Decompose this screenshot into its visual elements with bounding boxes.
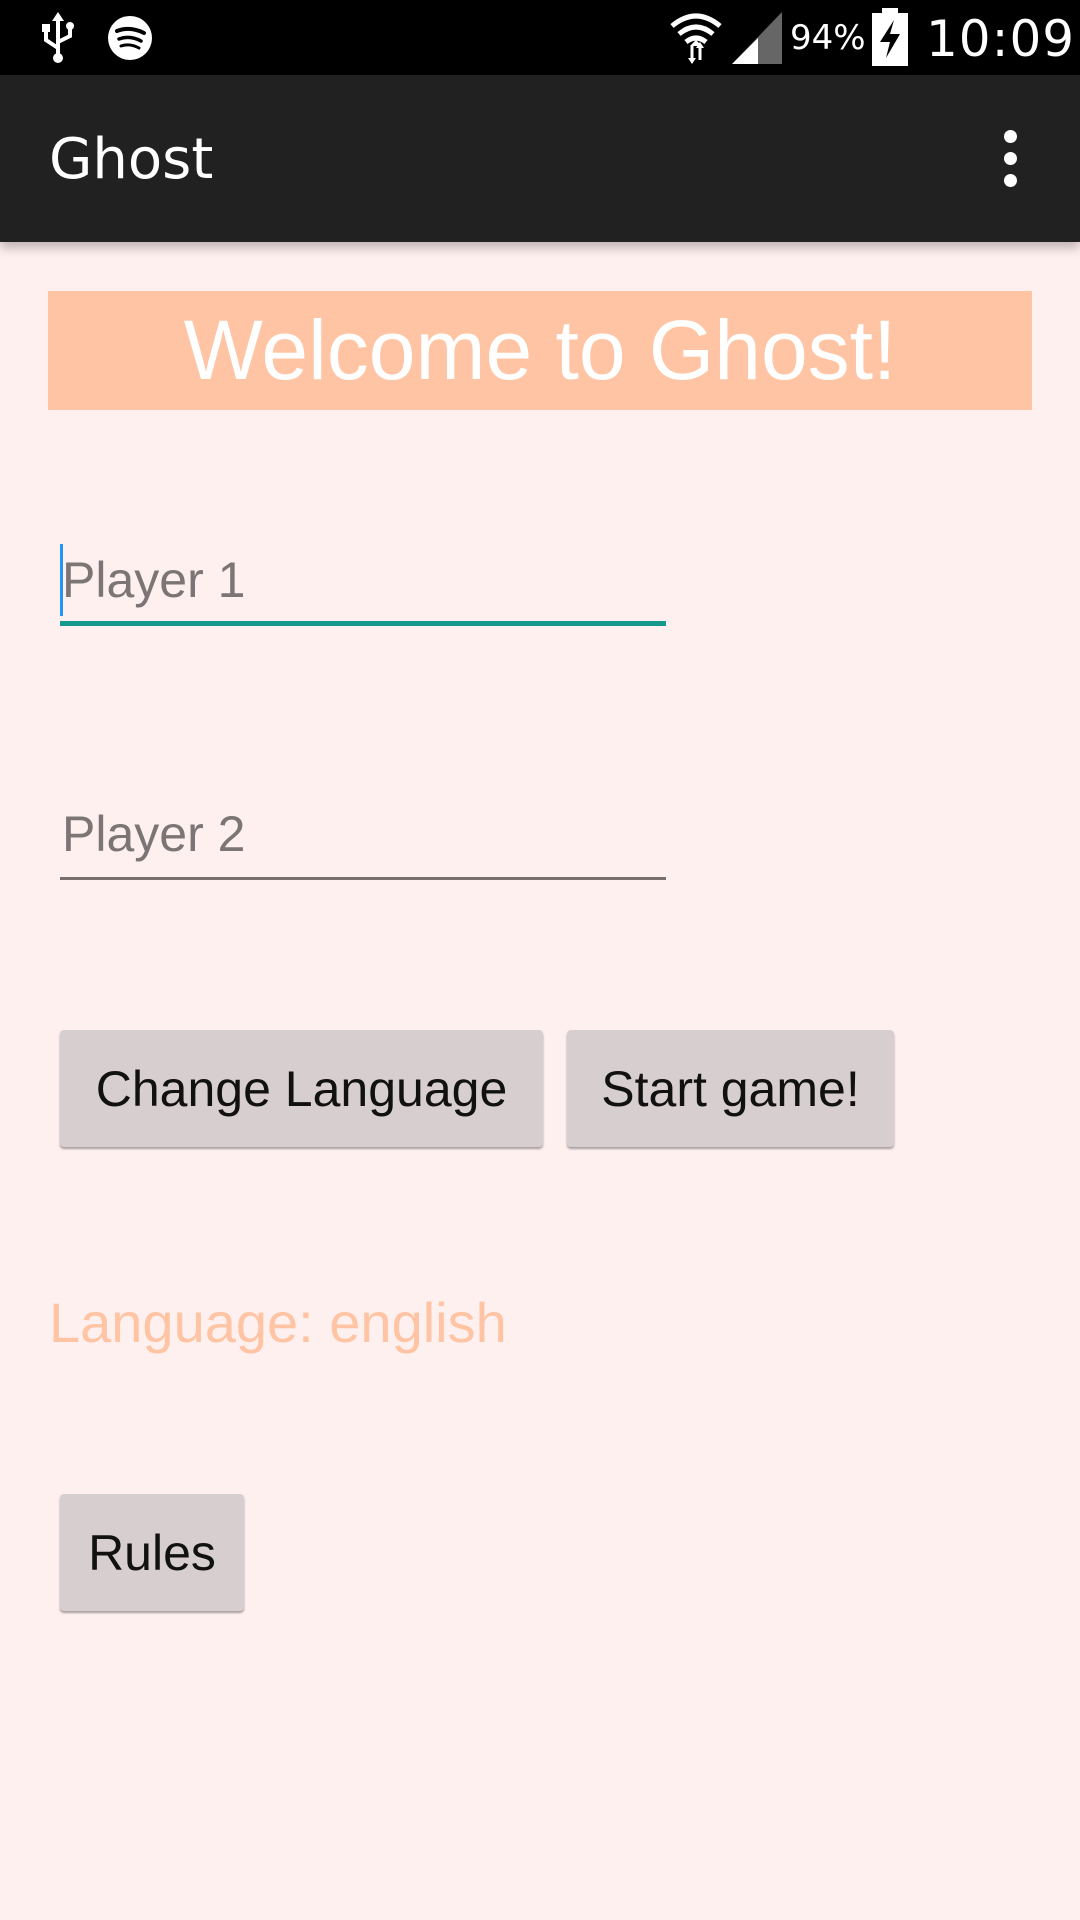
app-bar: Ghost (0, 75, 1080, 242)
player1-input[interactable] (60, 534, 668, 626)
status-bar: 94% 10:09 (0, 0, 1080, 75)
battery-charging-icon (872, 8, 908, 66)
battery-percent: 94% (790, 18, 866, 58)
player2-input[interactable] (60, 788, 668, 880)
clock: 10:09 (926, 10, 1076, 68)
wifi-icon (670, 13, 722, 64)
app-title: Ghost (49, 127, 214, 192)
dot (1003, 151, 1017, 165)
player2-underline (60, 877, 666, 880)
dot (1003, 129, 1017, 143)
start-game-button[interactable]: Start game! (567, 1030, 894, 1147)
spotify-icon (108, 16, 152, 60)
player1-underline (60, 621, 666, 626)
rules-button[interactable]: Rules (60, 1494, 244, 1611)
usb-icon (42, 12, 74, 63)
signal-icon (732, 12, 782, 64)
player2-field-container (60, 788, 668, 880)
change-language-button[interactable]: Change Language (60, 1030, 543, 1147)
more-vert-icon[interactable] (985, 125, 1035, 191)
dot (1003, 173, 1017, 187)
language-status: Language: english (49, 1291, 507, 1354)
player1-field-container (60, 534, 668, 626)
welcome-banner: Welcome to Ghost! (48, 291, 1032, 410)
text-cursor (60, 544, 63, 616)
